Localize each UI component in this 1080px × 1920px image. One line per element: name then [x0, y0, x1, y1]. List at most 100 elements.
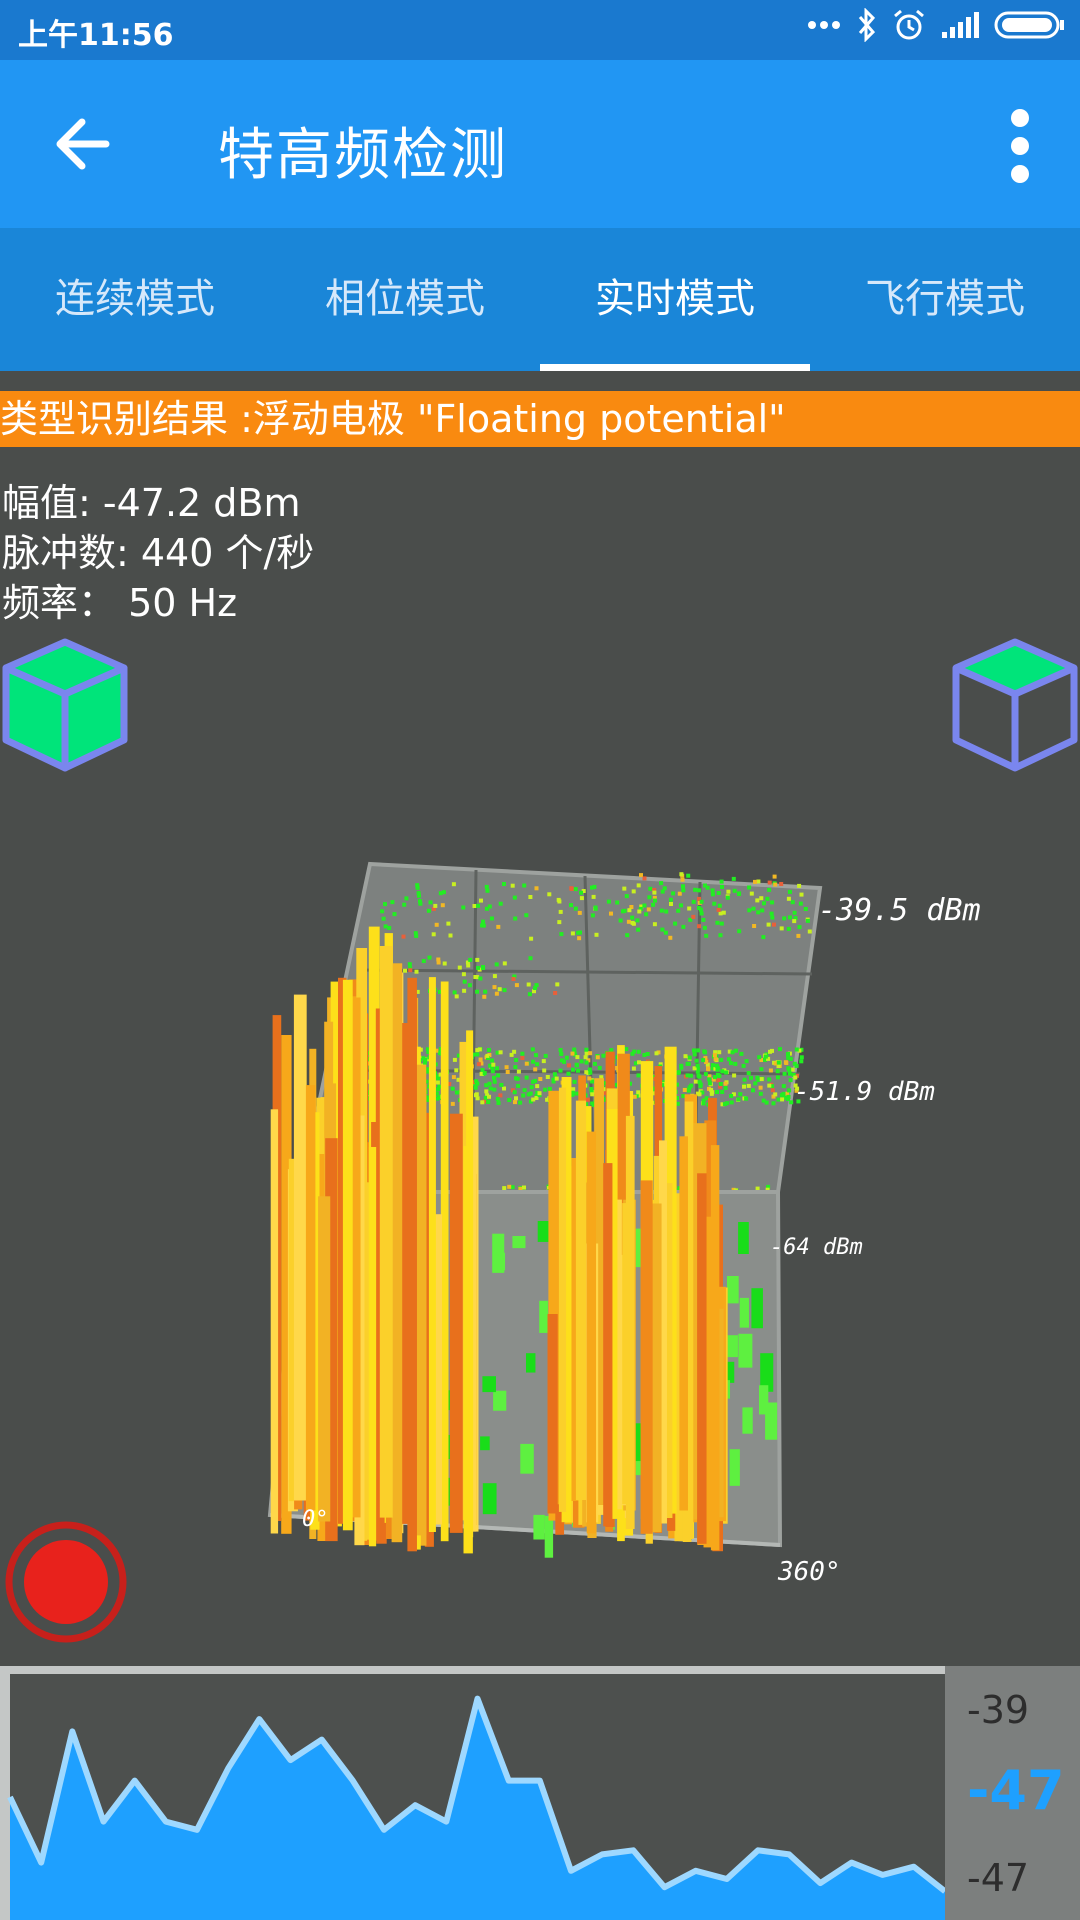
scatter-point: [787, 1088, 792, 1093]
scatter-point: [660, 889, 665, 894]
scatter-point: [699, 911, 704, 916]
scatter-point: [531, 1059, 536, 1064]
scatter-point: [786, 926, 791, 931]
scatter-point: [790, 1067, 795, 1072]
scatter-point: [758, 1085, 763, 1090]
scatter-point: [484, 1083, 489, 1088]
record-button[interactable]: [4, 1520, 128, 1644]
scatter-point: [651, 902, 656, 907]
pulse-bar: [368, 1147, 377, 1547]
pulse-bar: [679, 1136, 688, 1511]
scatter-point: [529, 936, 534, 941]
scatter-point: [781, 1084, 786, 1089]
scatter-point: [717, 1074, 722, 1078]
floor-green-bar: [482, 1483, 497, 1515]
scatter-point: [626, 919, 631, 924]
scatter-point: [476, 1062, 481, 1067]
scatter-point: [631, 889, 636, 894]
scatter-point: [478, 976, 483, 981]
scatter-point: [537, 1091, 542, 1096]
scatter-point: [709, 1087, 714, 1092]
scatter-point: [659, 908, 664, 913]
scatter-point: [692, 1048, 696, 1053]
scatter-point: [554, 1076, 559, 1081]
scatter-point: [387, 926, 392, 930]
scatter-point: [528, 956, 533, 961]
scatter-point: [687, 1055, 692, 1060]
scatter-point: [746, 1083, 751, 1088]
scatter-point: [782, 1071, 787, 1076]
phase-label-start: 0°: [302, 1507, 329, 1532]
scatter-point: [721, 910, 726, 915]
scatter-point: [557, 920, 562, 925]
scatter-point: [571, 1087, 576, 1092]
scatter-point: [697, 906, 701, 910]
scatter-point: [558, 1048, 563, 1052]
scatter-point: [685, 1061, 690, 1066]
scatter-point: [751, 906, 756, 911]
scatter-point: [511, 977, 516, 981]
scatter-point: [489, 916, 494, 921]
floor-green-bar: [544, 1515, 554, 1558]
amplitude-readout: 幅值: -47.2 dBm: [2, 481, 301, 525]
scatter-point: [577, 936, 582, 941]
scatter-point: [697, 888, 701, 893]
scatter-point: [499, 1082, 504, 1087]
scatter-point: [448, 933, 453, 938]
scatter-point: [716, 891, 721, 895]
scatter-point: [676, 908, 681, 913]
scatter-point: [767, 1077, 772, 1082]
scatter-point: [737, 929, 742, 934]
prpd-3d-chart[interactable]: -39.5 dBm -51.9 dBm -64 dBm 0° 360°: [0, 600, 1080, 1600]
scatter-point: [558, 909, 563, 914]
scatter-point: [714, 1063, 719, 1068]
scatter-point: [715, 1090, 719, 1094]
scatter-point: [722, 1102, 727, 1107]
scatter-point: [786, 1094, 791, 1099]
scatter-point: [697, 924, 701, 929]
scatter-point: [487, 1048, 491, 1052]
scatter-point: [759, 1067, 764, 1072]
scatter-point: [415, 885, 420, 890]
scatter-point: [630, 915, 635, 920]
scatter-point: [571, 1067, 575, 1072]
scatter-point: [726, 889, 731, 894]
scatter-point: [747, 885, 752, 890]
tab-phase-mode[interactable]: 相位模式: [270, 228, 540, 371]
overflow-menu-button[interactable]: [992, 104, 1048, 188]
tab-continuous-mode[interactable]: 连续模式: [0, 228, 270, 371]
floor-green-bar: [742, 1407, 753, 1434]
tab-flight-mode[interactable]: 飞行模式: [810, 228, 1080, 371]
scatter-point: [731, 876, 736, 881]
scatter-point: [535, 1062, 540, 1067]
scatter-point: [524, 1075, 529, 1080]
scatter-point: [683, 1054, 688, 1059]
scatter-point: [575, 1055, 580, 1060]
scatter-point: [720, 1069, 725, 1074]
floor-green-bar: [526, 1353, 536, 1373]
scatter-point: [427, 955, 432, 960]
scatter-point: [584, 1047, 589, 1052]
scatter-point: [767, 887, 772, 892]
battery-icon: [994, 11, 1064, 39]
back-button[interactable]: [48, 108, 120, 180]
scatter-point: [487, 904, 492, 909]
tab-realtime-mode[interactable]: 实时模式: [540, 228, 810, 371]
scatter-point: [788, 915, 792, 920]
scatter-point: [440, 903, 445, 908]
scatter-point: [698, 1084, 703, 1089]
scatter-point: [446, 921, 451, 926]
scatter-point: [587, 1076, 592, 1081]
scatter-point: [725, 895, 730, 900]
scatter-point: [794, 1063, 799, 1068]
scatter-point: [782, 916, 787, 921]
scatter-point: [513, 916, 518, 921]
scatter-point: [480, 1100, 485, 1105]
scatter-point: [481, 966, 486, 970]
scatter-point: [693, 887, 698, 892]
scatter-point: [772, 874, 777, 879]
scatter-point: [679, 1065, 684, 1070]
scatter-point: [696, 1048, 701, 1053]
scatter-point: [494, 991, 499, 996]
scatter-point: [534, 1053, 538, 1058]
